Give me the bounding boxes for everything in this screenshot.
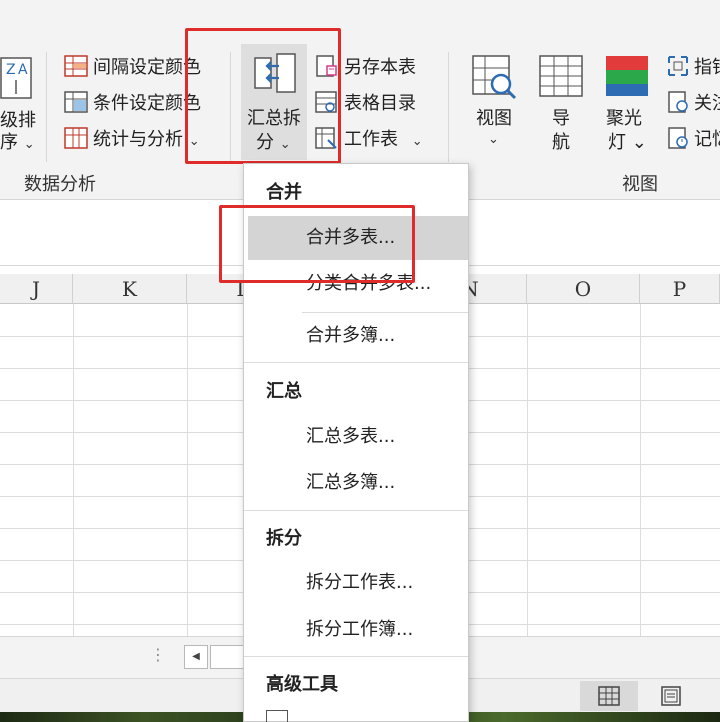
column-header-k-label: K bbox=[122, 277, 137, 301]
menu-section-summary: 汇总 bbox=[266, 381, 302, 402]
column-header-j[interactable]: J bbox=[0, 274, 73, 304]
svg-text:A: A bbox=[18, 62, 28, 78]
spotlight-label-line1[interactable]: 聚光 bbox=[606, 104, 642, 130]
focus-button[interactable]: 关注 bbox=[694, 89, 720, 115]
grid-view-icon bbox=[598, 686, 620, 706]
memory-icon bbox=[666, 126, 690, 150]
group-label-view: 视图 bbox=[622, 174, 658, 195]
grid-line bbox=[73, 304, 74, 636]
sort-label-line2[interactable]: 序 ⌄ bbox=[0, 128, 35, 154]
menu-item-split-workbook[interactable]: 拆分工作簿... bbox=[248, 608, 468, 652]
worksheet-label: 工作表 bbox=[344, 129, 398, 150]
statistics-icon bbox=[64, 126, 88, 150]
column-header-k[interactable]: K bbox=[73, 274, 187, 304]
grid-line bbox=[640, 304, 641, 636]
separator bbox=[46, 52, 47, 162]
interval-color-icon bbox=[64, 54, 88, 78]
menu-separator bbox=[244, 362, 468, 363]
view-button-label[interactable]: 视图 bbox=[476, 104, 512, 130]
statistics-button[interactable]: 统计与分析 ⌄ bbox=[93, 125, 200, 151]
column-header-o[interactable]: O bbox=[527, 274, 640, 304]
worksheet-button[interactable]: 工作表 ⌄ bbox=[344, 125, 423, 151]
column-header-o-label: O bbox=[574, 277, 592, 301]
column-header-p-label: P bbox=[672, 277, 687, 301]
sort-az-icon[interactable]: Z A bbox=[0, 56, 34, 100]
memory-button[interactable]: 记忆 bbox=[694, 125, 720, 151]
menu-section-split: 拆分 bbox=[266, 528, 302, 549]
focus-icon bbox=[666, 90, 690, 114]
statistics-label: 统计与分析 bbox=[93, 129, 183, 150]
chevron-down-icon: ⌄ bbox=[411, 134, 423, 149]
save-sheet-button[interactable]: 另存本表 bbox=[344, 53, 416, 79]
pointer-button[interactable]: 指针 bbox=[694, 53, 720, 79]
sheet-splitter-handle[interactable]: ⋮ bbox=[150, 645, 166, 664]
scroll-track[interactable] bbox=[210, 645, 244, 669]
menu-item-summary-workbooks[interactable]: 汇总多簿... bbox=[248, 461, 468, 505]
page-layout-view-button[interactable] bbox=[660, 686, 682, 706]
table-directory-button[interactable]: 表格目录 bbox=[344, 89, 416, 115]
chevron-down-icon: ⌄ bbox=[488, 132, 499, 147]
scroll-left-arrow-icon: ◀ bbox=[192, 651, 200, 662]
column-header-j-label: J bbox=[31, 277, 41, 301]
condition-color-icon bbox=[64, 90, 88, 114]
grid-line bbox=[527, 304, 528, 636]
navigation-label-line2[interactable]: 航 bbox=[552, 128, 570, 154]
advanced-tool-icon bbox=[266, 710, 288, 722]
normal-view-button[interactable] bbox=[580, 681, 638, 711]
menu-section-merge: 合并 bbox=[266, 182, 302, 203]
menu-separator bbox=[302, 312, 468, 313]
highlight-box-summary-split bbox=[185, 28, 341, 164]
spotlight-label-line2[interactable]: 灯 ⌄ bbox=[608, 128, 647, 154]
grid-line bbox=[187, 304, 188, 636]
menu-separator bbox=[244, 656, 468, 657]
scroll-left-button[interactable]: ◀ bbox=[184, 645, 208, 669]
navigation-label-line1[interactable]: 导 bbox=[552, 104, 570, 130]
spotlight-icon bbox=[604, 54, 650, 100]
menu-item-split-sheet[interactable]: 拆分工作表... bbox=[248, 561, 468, 605]
column-header-p[interactable]: P bbox=[640, 274, 720, 304]
separator bbox=[448, 52, 449, 162]
group-label-data-analysis: 数据分析 bbox=[24, 174, 96, 195]
highlight-box-merge-sheets bbox=[219, 205, 415, 283]
pointer-icon bbox=[666, 54, 690, 78]
chevron-down-icon: ⌄ bbox=[23, 137, 35, 152]
svg-text:Z: Z bbox=[6, 62, 16, 78]
menu-item-summary-sheets[interactable]: 汇总多表... bbox=[248, 415, 468, 459]
view-magnifier-icon bbox=[471, 54, 517, 100]
menu-item-merge-workbooks[interactable]: 合并多簿... bbox=[248, 314, 468, 358]
menu-section-advanced-tools: 高级工具 bbox=[266, 674, 338, 695]
sort-label-line2-text: 序 bbox=[0, 132, 18, 153]
menu-separator bbox=[244, 510, 468, 511]
navigation-grid-icon bbox=[538, 54, 584, 100]
